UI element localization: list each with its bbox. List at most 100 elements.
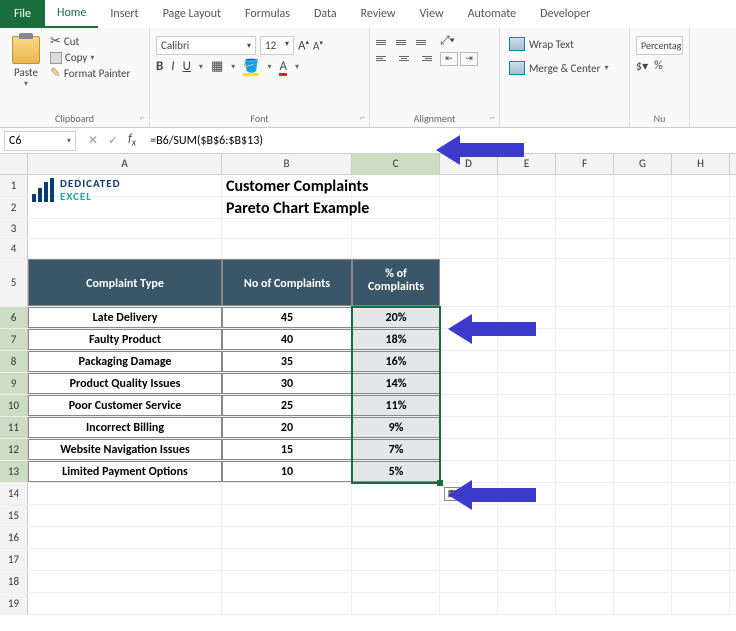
cell-H13[interactable] — [672, 461, 730, 482]
cell-E12[interactable] — [498, 439, 556, 460]
cell-G6[interactable] — [614, 307, 672, 328]
cell-C1[interactable] — [352, 175, 440, 196]
row-header-15[interactable]: 15 — [0, 505, 28, 526]
cell-G5[interactable] — [614, 259, 672, 306]
cell-A7[interactable]: Faulty Product — [28, 329, 222, 350]
cell-H11[interactable] — [672, 417, 730, 438]
cell-C2[interactable] — [352, 197, 440, 218]
cell-E1[interactable] — [498, 175, 556, 196]
cell-A11[interactable]: Incorrect Billing — [28, 417, 222, 438]
cell-C3[interactable] — [352, 219, 440, 238]
cell-A1[interactable]: DEDICATED EXCEL — [28, 175, 222, 196]
border-button[interactable]: ▦ — [211, 59, 223, 74]
row-header-4[interactable]: 4 — [0, 239, 28, 258]
cell-F9[interactable] — [556, 373, 614, 394]
cell-B4[interactable] — [222, 239, 352, 258]
cell-B19[interactable] — [222, 593, 352, 614]
row-header-12[interactable]: 12 — [0, 439, 28, 460]
cell-E19[interactable] — [498, 593, 556, 614]
increase-indent-button[interactable]: ⇥ — [460, 52, 478, 66]
paste-button[interactable]: Paste ▾ — [6, 32, 46, 89]
cell-F8[interactable] — [556, 351, 614, 372]
col-header-B[interactable]: B — [222, 154, 352, 174]
cell-A8[interactable]: Packaging Damage — [28, 351, 222, 372]
cell-H5[interactable] — [672, 259, 730, 306]
cell-B15[interactable] — [222, 505, 352, 526]
tab-file[interactable]: File — [0, 0, 45, 28]
cell-H2[interactable] — [672, 197, 730, 218]
cell-D10[interactable] — [440, 395, 498, 416]
cell-H9[interactable] — [672, 373, 730, 394]
cell-B17[interactable] — [222, 549, 352, 570]
align-center-button[interactable] — [396, 52, 412, 64]
cell-C11[interactable]: 9% — [352, 417, 440, 438]
table-header-type[interactable]: Complaint Type — [28, 259, 222, 306]
cell-H12[interactable] — [672, 439, 730, 460]
cell-D18[interactable] — [440, 571, 498, 592]
cell-B7[interactable]: 40 — [222, 329, 352, 350]
col-header-A[interactable]: A — [28, 154, 222, 174]
cell-E4[interactable] — [498, 239, 556, 258]
clipboard-dialog-launcher[interactable]: ⌐ — [140, 111, 145, 124]
cell-F12[interactable] — [556, 439, 614, 460]
cell-E17[interactable] — [498, 549, 556, 570]
cell-G3[interactable] — [614, 219, 672, 238]
cell-G16[interactable] — [614, 527, 672, 548]
cell-G18[interactable] — [614, 571, 672, 592]
wrap-text-button[interactable]: Wrap Text — [506, 34, 623, 54]
tab-automate[interactable]: Automate — [456, 1, 529, 27]
cell-E11[interactable] — [498, 417, 556, 438]
table-header-pct[interactable]: % of Complaints — [352, 259, 440, 306]
cell-G9[interactable] — [614, 373, 672, 394]
cell-C17[interactable] — [352, 549, 440, 570]
cell-F17[interactable] — [556, 549, 614, 570]
cell-D11[interactable] — [440, 417, 498, 438]
row-header-16[interactable]: 16 — [0, 527, 28, 548]
underline-button[interactable]: U — [183, 59, 191, 74]
row-header-3[interactable]: 3 — [0, 219, 28, 238]
cell-E16[interactable] — [498, 527, 556, 548]
cell-A10[interactable]: Poor Customer Service — [28, 395, 222, 416]
align-right-button[interactable] — [416, 52, 432, 64]
cell-B6[interactable]: 45 — [222, 307, 352, 328]
cell-F5[interactable] — [556, 259, 614, 306]
cell-A6[interactable]: Late Delivery — [28, 307, 222, 328]
cell-E8[interactable] — [498, 351, 556, 372]
col-header-F[interactable]: F — [556, 154, 614, 174]
row-header-14[interactable]: 14 — [0, 483, 28, 504]
cell-B3[interactable] — [222, 219, 352, 238]
cell-G14[interactable] — [614, 483, 672, 504]
decrease-font-button[interactable]: A▾ — [313, 38, 323, 53]
cell-H4[interactable] — [672, 239, 730, 258]
cell-D17[interactable] — [440, 549, 498, 570]
cell-F15[interactable] — [556, 505, 614, 526]
cell-D5[interactable] — [440, 259, 498, 306]
font-dialog-launcher[interactable]: ⌐ — [360, 111, 365, 124]
cancel-formula-button[interactable]: ✕ — [88, 133, 98, 148]
font-color-button[interactable]: A — [279, 59, 287, 74]
cell-A4[interactable] — [28, 239, 222, 258]
cell-F14[interactable] — [556, 483, 614, 504]
cell-D8[interactable] — [440, 351, 498, 372]
row-header-7[interactable]: 7 — [0, 329, 28, 350]
cell-E5[interactable] — [498, 259, 556, 306]
cell-E18[interactable] — [498, 571, 556, 592]
cell-H6[interactable] — [672, 307, 730, 328]
orientation-button[interactable]: ⤢▾ — [440, 34, 478, 48]
cell-A17[interactable] — [28, 549, 222, 570]
cell-E9[interactable] — [498, 373, 556, 394]
cell-D12[interactable] — [440, 439, 498, 460]
cell-G15[interactable] — [614, 505, 672, 526]
accounting-format-button[interactable]: $▾ — [636, 59, 648, 74]
cell-B11[interactable]: 20 — [222, 417, 352, 438]
tab-insert[interactable]: Insert — [98, 1, 150, 27]
alignment-dialog-launcher[interactable]: ⌐ — [490, 111, 495, 124]
cell-G10[interactable] — [614, 395, 672, 416]
col-header-G[interactable]: G — [614, 154, 672, 174]
font-name-select[interactable]: Calibri▾ — [156, 36, 256, 55]
cell-H16[interactable] — [672, 527, 730, 548]
cell-B13[interactable]: 10 — [222, 461, 352, 482]
cut-button[interactable]: ✂Cut — [50, 34, 130, 49]
row-header-11[interactable]: 11 — [0, 417, 28, 438]
cell-F16[interactable] — [556, 527, 614, 548]
